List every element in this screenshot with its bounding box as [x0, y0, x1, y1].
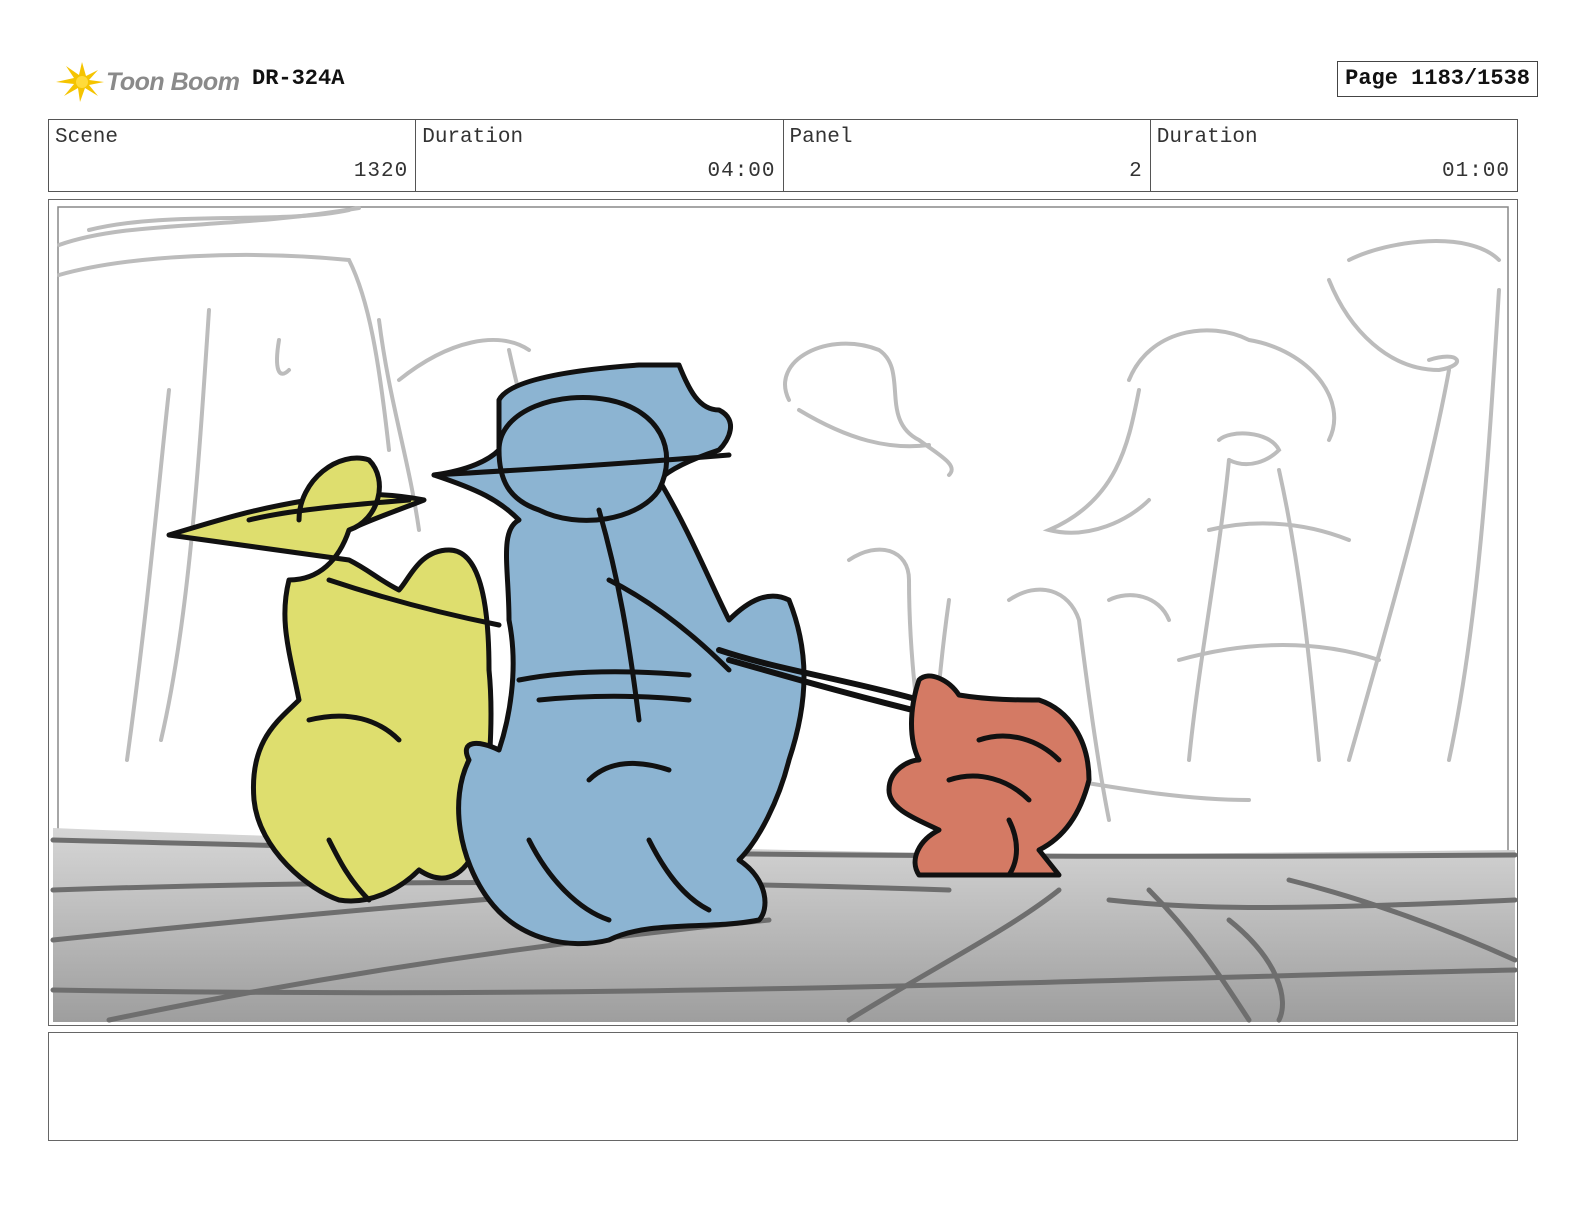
scene-cell: Scene 1320 [49, 120, 417, 191]
scene-duration-value: 04:00 [707, 160, 776, 183]
panel-duration-value: 01:00 [1441, 160, 1510, 183]
storyboard-sketch [50, 206, 1518, 1023]
scene-label: Scene [55, 126, 119, 149]
scene-duration-label: Duration [422, 126, 524, 149]
storyboard-panel [48, 199, 1518, 1026]
toon-boom-logo-icon [56, 62, 104, 102]
toon-boom-logo: Toon Boom [52, 56, 242, 106]
notes-box [48, 1032, 1518, 1141]
page-number-box: Page 1183/1538 [1337, 61, 1538, 97]
panel-duration-cell: Duration 01:00 [1151, 120, 1517, 191]
logo-text: Toon Boom [106, 68, 240, 96]
scene-value: 1320 [353, 160, 409, 183]
panel-cell: Panel 2 [784, 120, 1151, 191]
info-row: Scene 1320 Duration 04:00 Panel 2 Durati… [48, 119, 1518, 192]
red-creature [886, 673, 1092, 878]
document-id: DR-324A [252, 66, 345, 91]
panel-value: 2 [1129, 160, 1143, 183]
page-number: Page 1183/1538 [1345, 66, 1530, 91]
scene-duration-cell: Duration 04:00 [416, 120, 784, 191]
panel-duration-label: Duration [1156, 126, 1258, 149]
panel-label: Panel [789, 126, 853, 149]
page-header: Toon Boom DR-324A Page 1183/1538 [48, 52, 1538, 108]
